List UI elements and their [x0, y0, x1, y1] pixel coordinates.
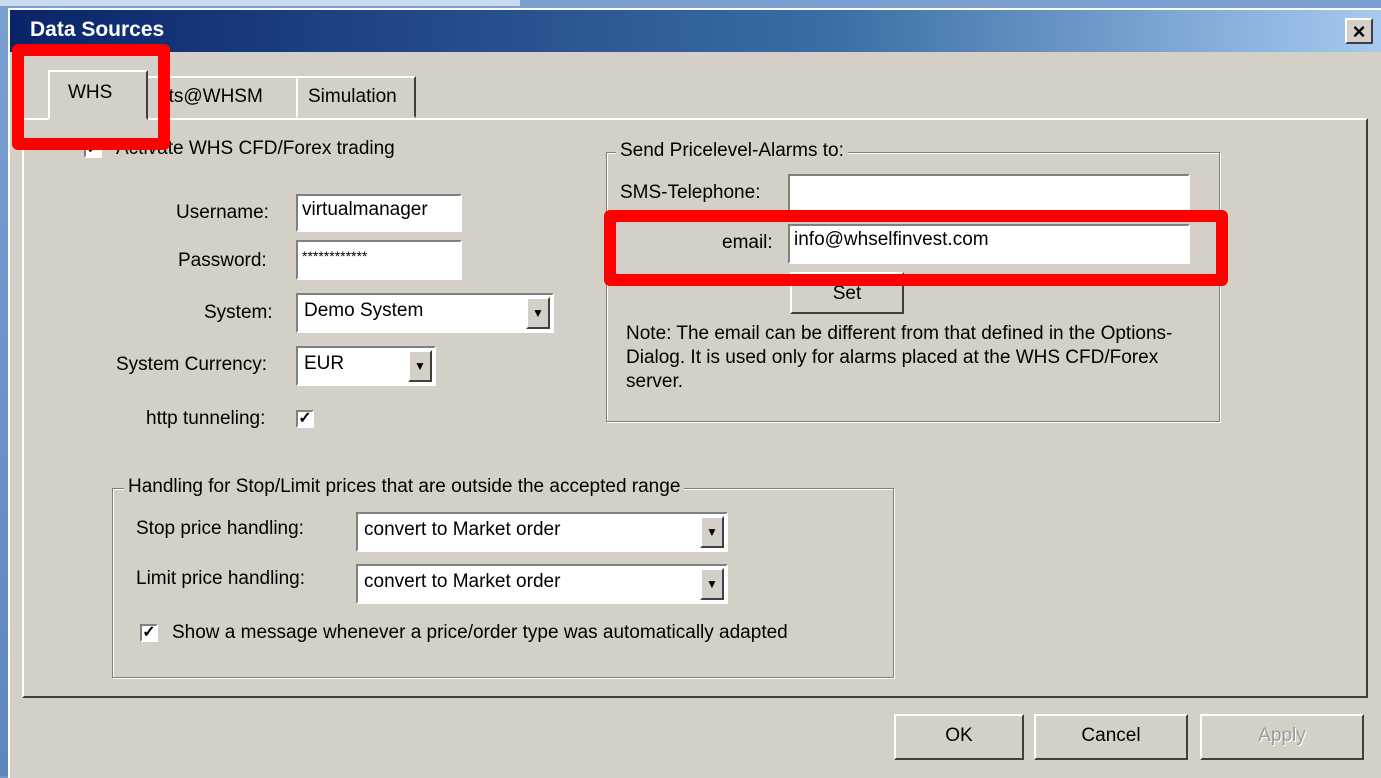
chevron-down-icon[interactable]: ▼: [408, 350, 432, 382]
sms-telephone-field[interactable]: [788, 174, 1190, 214]
system-value: Demo System: [304, 300, 424, 321]
highlight-box-email: [604, 210, 1228, 286]
currency-label: System Currency:: [116, 354, 267, 375]
close-button[interactable]: ×: [1345, 18, 1373, 44]
chevron-down-icon[interactable]: ▼: [700, 516, 724, 548]
stop-handling-select[interactable]: convert to Market order ▼: [356, 512, 728, 552]
stop-handling-label: Stop price handling:: [136, 518, 304, 539]
alarms-legend: Send Pricelevel-Alarms to:: [616, 140, 848, 162]
show-message-label: Show a message whenever a price/order ty…: [172, 622, 788, 643]
sms-label: SMS-Telephone:: [620, 182, 761, 203]
chevron-down-icon[interactable]: ▼: [700, 568, 724, 600]
limit-handling-value: convert to Market order: [364, 571, 561, 592]
window-title: Data Sources: [30, 18, 165, 41]
password-label: Password:: [178, 250, 267, 271]
top-strip: [0, 0, 520, 6]
system-select[interactable]: Demo System ▼: [296, 293, 554, 333]
limit-handling-label: Limit price handling:: [136, 568, 305, 589]
ok-button[interactable]: OK: [894, 714, 1024, 760]
cancel-button[interactable]: Cancel: [1034, 714, 1188, 760]
chevron-down-icon[interactable]: ▼: [526, 297, 550, 329]
currency-value: EUR: [304, 353, 345, 374]
show-message-checkbox[interactable]: ✓: [140, 624, 158, 642]
stop-handling-value: convert to Market order: [364, 519, 561, 540]
currency-select[interactable]: EUR ▼: [296, 346, 436, 386]
limit-handling-select[interactable]: convert to Market order ▼: [356, 564, 728, 604]
username-label: Username:: [176, 202, 269, 223]
http-tunneling-checkbox[interactable]: ✓: [296, 410, 314, 428]
tab-simulation[interactable]: Simulation: [296, 76, 416, 118]
password-field[interactable]: ************: [296, 240, 462, 280]
apply-button[interactable]: Apply: [1200, 714, 1364, 760]
handling-legend: Handling for Stop/Limit prices that are …: [124, 476, 685, 498]
username-field[interactable]: virtualmanager: [296, 194, 462, 232]
highlight-box-tab: [12, 44, 170, 150]
system-label: System:: [204, 302, 273, 323]
http-tunneling-label: http tunneling:: [146, 408, 266, 429]
alarms-note: Note: The email can be different from th…: [626, 323, 1173, 392]
title-bar: [10, 10, 1381, 52]
